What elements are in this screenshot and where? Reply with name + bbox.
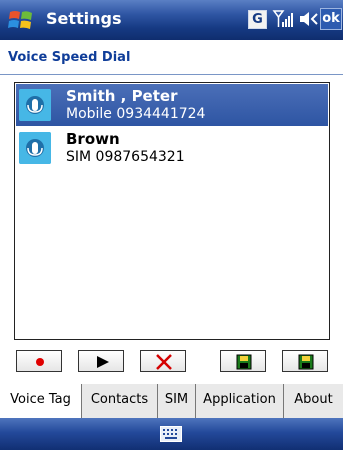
menu-bar [0,418,343,450]
tab-about[interactable]: About [284,384,343,418]
list-item[interactable]: Brown SIM 0987654321 [16,127,328,169]
save-button[interactable] [220,350,266,372]
header-divider [0,74,343,75]
save-alt-button[interactable] [282,350,328,372]
keyboard-icon[interactable] [160,426,182,442]
contact-name: Smith , Peter [66,87,178,105]
record-button[interactable] [16,350,62,372]
signal-icon[interactable] [272,8,294,30]
delete-button[interactable] [140,350,186,372]
save-icon [236,354,252,370]
title-bar: Settings G ok [0,0,343,40]
record-icon [36,358,44,366]
windows-start-icon[interactable] [8,8,36,32]
tab-sim[interactable]: SIM [158,384,196,418]
tab-contacts[interactable]: Contacts [82,384,158,418]
app-title: Settings [46,9,122,28]
contact-list[interactable]: Smith , Peter Mobile 0934441724 Brown SI… [14,82,330,340]
contact-name: Brown [66,130,120,148]
speaker-icon[interactable] [297,9,319,29]
save-alt-icon [298,354,314,370]
list-item[interactable]: Smith , Peter Mobile 0934441724 [16,84,328,126]
ok-button[interactable]: ok [320,8,342,30]
delete-icon [156,354,172,370]
voice-tag-icon [19,89,51,121]
tab-voice-tag[interactable]: Voice Tag [0,384,82,418]
tab-application[interactable]: Application [196,384,284,418]
contact-number: SIM 0987654321 [66,149,185,165]
page-title: Voice Speed Dial [8,50,131,65]
voice-tag-icon [19,132,51,164]
gprs-indicator-icon[interactable]: G [248,10,267,29]
play-button[interactable] [78,350,124,372]
play-icon [97,356,109,368]
contact-number: Mobile 0934441724 [66,106,206,122]
